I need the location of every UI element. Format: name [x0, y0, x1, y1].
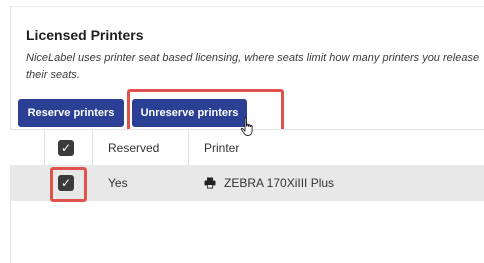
reserve-printers-button[interactable]: Reserve printers	[18, 99, 124, 127]
row-reserved-value: Yes	[108, 176, 128, 190]
section-title: Licensed Printers	[26, 27, 144, 43]
hand-pointer-icon	[240, 117, 253, 136]
column-divider	[44, 130, 45, 166]
select-all-checkbox[interactable]: ✓	[58, 140, 74, 156]
column-divider	[92, 130, 93, 166]
section-description: NiceLabel uses printer seat based licens…	[26, 52, 480, 81]
header-reserved[interactable]: Reserved	[108, 141, 159, 155]
column-divider	[188, 130, 189, 166]
checkmark-icon: ✓	[60, 141, 72, 155]
row-printer-name[interactable]: ZEBRA 170XiIII Plus	[224, 176, 334, 190]
printer-icon	[204, 177, 216, 189]
checkbox-highlight-box	[50, 167, 87, 202]
header-printer[interactable]: Printer	[204, 141, 239, 155]
